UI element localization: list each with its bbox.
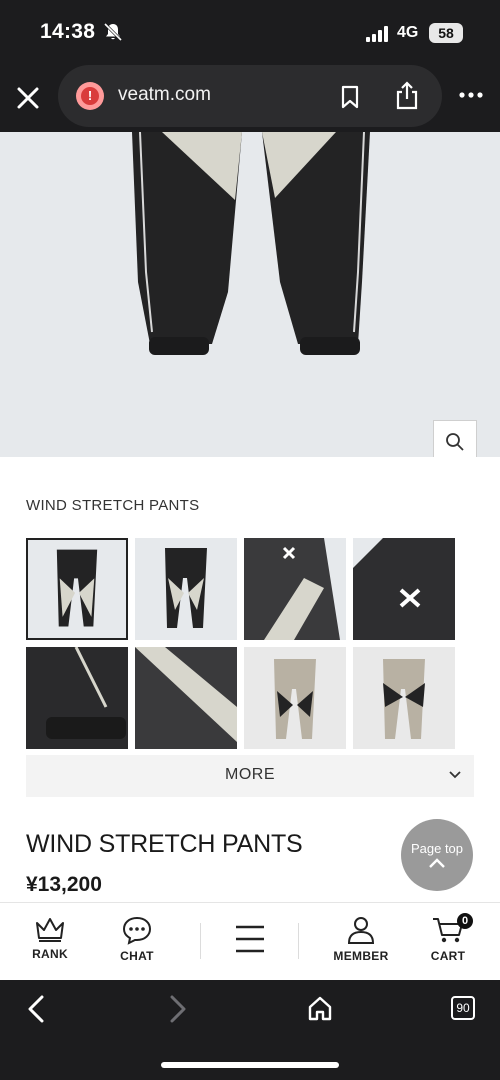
share-icon[interactable] [394, 81, 420, 111]
nav-rank[interactable]: RANK [15, 915, 85, 961]
nav-cart[interactable]: 0 CART [413, 913, 483, 963]
bottom-navigation: RANK CHAT MEMBER 0 CART [0, 902, 500, 980]
chevron-up-icon [429, 858, 445, 868]
thumbnail-2[interactable] [135, 538, 237, 640]
thumbnail-6[interactable] [135, 647, 237, 749]
signal-icon [366, 26, 388, 42]
thumbnail-5[interactable] [26, 647, 128, 749]
page-top-label: Page top [410, 841, 464, 856]
more-options-icon[interactable] [458, 90, 484, 100]
more-images-toggle[interactable]: MORE [26, 755, 474, 797]
close-icon[interactable] [14, 84, 42, 112]
nav-member[interactable]: MEMBER [326, 915, 396, 963]
network-type: 4G [397, 24, 419, 41]
browser-url-bar: ! veatm.com [0, 62, 500, 132]
thumbnail-4[interactable] [353, 538, 455, 640]
nav-divider [200, 923, 201, 959]
thumbnail-3[interactable] [244, 538, 346, 640]
bookmark-icon[interactable] [340, 85, 360, 109]
battery-level: 58 [429, 23, 463, 43]
tabs-count-button[interactable]: 90 [451, 996, 475, 1020]
thumbnail-1[interactable] [26, 538, 128, 640]
person-icon [347, 917, 375, 944]
forward-arrow-icon[interactable] [168, 994, 188, 1024]
cart-count-badge: 0 [457, 913, 473, 929]
product-category-label: WIND STRETCH PANTS [26, 497, 200, 514]
more-label: MORE [225, 766, 275, 783]
product-price: ¥13,200 [26, 873, 102, 896]
url-text[interactable]: veatm.com [118, 84, 211, 106]
hamburger-menu-icon [236, 925, 264, 953]
page-top-button[interactable]: Page top [401, 819, 473, 891]
magnifier-icon [446, 433, 464, 451]
back-arrow-icon[interactable] [26, 994, 46, 1024]
pants-main-photo [132, 132, 370, 355]
thumbnail-8[interactable] [353, 647, 455, 749]
bell-off-icon [103, 22, 123, 42]
nav-chat[interactable]: CHAT [102, 915, 172, 963]
chat-bubble-icon [122, 916, 152, 945]
product-hero-image[interactable] [0, 132, 500, 457]
nav-menu[interactable] [215, 923, 285, 959]
product-title: WIND STRETCH PANTS [26, 830, 303, 858]
address-field[interactable]: ! veatm.com [58, 65, 442, 127]
status-time: 14:38 [40, 20, 96, 43]
home-icon[interactable] [306, 994, 334, 1022]
chevron-down-icon [449, 771, 461, 779]
thumbnail-7[interactable] [244, 647, 346, 749]
zoom-button[interactable] [433, 420, 477, 457]
crown-icon [36, 918, 64, 942]
site-warning-icon[interactable]: ! [76, 82, 104, 110]
nav-divider [298, 923, 299, 959]
home-indicator [161, 1062, 339, 1068]
status-bar: 14:38 4G 58 [0, 0, 500, 62]
